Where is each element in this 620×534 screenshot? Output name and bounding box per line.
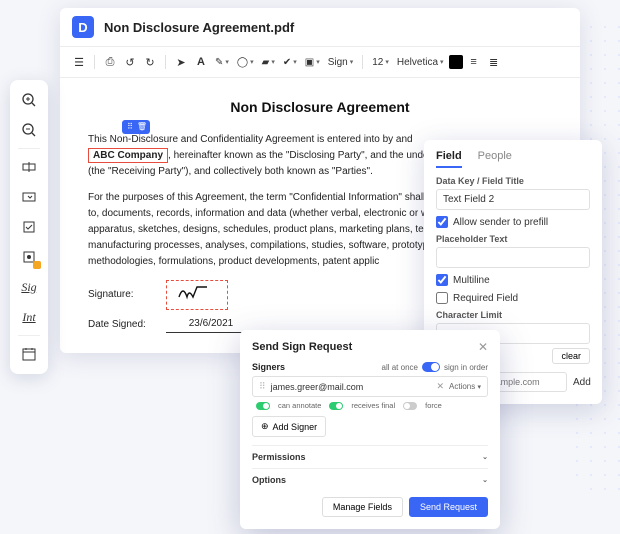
chevron-down-icon: ⌄ (482, 476, 488, 484)
font-family-select[interactable]: Helvetica ▾ (394, 57, 447, 68)
data-key-input[interactable] (436, 189, 590, 210)
tab-field[interactable]: Field (436, 150, 462, 168)
font-size-value: 12 (372, 57, 383, 68)
doc-text: This Non-Disclosure and Confidentiality … (88, 134, 413, 145)
separator (165, 55, 166, 69)
placeholder-label: Placeholder Text (436, 234, 590, 244)
color-swatch[interactable] (449, 55, 463, 69)
field-handle[interactable]: ⠿ 🗑 (122, 120, 150, 134)
sign-label: Sign (328, 57, 348, 68)
placeholder-input[interactable] (436, 247, 590, 268)
undo-icon[interactable]: ↺ (121, 53, 139, 71)
pen-tool[interactable]: ✎▾ (212, 57, 232, 68)
redo-icon[interactable]: ↻ (141, 53, 159, 71)
clear-button[interactable]: clear (552, 348, 590, 364)
perm-label: force (425, 401, 442, 410)
separator (362, 55, 363, 69)
perm-label: receives final (351, 401, 395, 410)
required-checkbox[interactable]: Required Field (436, 292, 590, 304)
text-field-tool-icon[interactable] (15, 153, 43, 181)
receives-final-toggle[interactable] (329, 402, 343, 410)
signature-tool-icon[interactable]: Sig (15, 273, 43, 301)
pointer-icon[interactable]: ➤ (172, 53, 190, 71)
manage-fields-button[interactable]: Manage Fields (322, 497, 403, 517)
side-toolbar: Sig Int (10, 80, 48, 374)
panel-tabs: Field People (436, 150, 590, 168)
company-field[interactable]: ABC Company (88, 148, 168, 163)
radio-tool-icon[interactable] (15, 243, 43, 271)
checkbox-icon[interactable] (436, 292, 448, 304)
section-label: Options (252, 475, 286, 485)
zoom-in-icon[interactable] (15, 86, 43, 114)
main-toolbar: ☰ ⎙ ↺ ↻ ➤ A ✎▾ ◯▾ ▰▾ ✔▾ ▣▾ Sign ▾ 12 ▾ H… (60, 47, 580, 78)
data-key-label: Data Key / Field Title (436, 176, 590, 186)
font-size-select[interactable]: 12 ▾ (369, 57, 392, 68)
titlebar: D Non Disclosure Agreement.pdf (60, 8, 580, 47)
image-tool[interactable]: ▣▾ (302, 57, 323, 68)
dropdown-tool-icon[interactable] (15, 183, 43, 211)
send-request-button[interactable]: Send Request (409, 497, 488, 517)
app-logo-icon: D (72, 16, 94, 38)
align-left-icon[interactable]: ≡ (465, 53, 483, 71)
align-center-icon[interactable]: ≣ (485, 53, 503, 71)
comment-tool[interactable]: ▰▾ (259, 57, 278, 68)
date-label: Date Signed: (88, 317, 158, 333)
zoom-out-icon[interactable] (15, 116, 43, 144)
checkbox-tool-icon[interactable] (15, 213, 43, 241)
signer-permissions: can annotate receives final force (252, 401, 488, 410)
multiline-checkbox[interactable]: Multiline (436, 274, 590, 286)
separator (18, 335, 40, 336)
add-signer-button[interactable]: ⊕ Add Signer (252, 416, 326, 437)
add-signer-label: Add Signer (273, 422, 318, 432)
section-label: Permissions (252, 452, 306, 462)
stamp-tool[interactable]: ✔▾ (280, 57, 300, 68)
permissions-section[interactable]: Permissions ⌄ (252, 445, 488, 468)
close-icon[interactable]: ✕ (478, 340, 488, 354)
separator (94, 55, 95, 69)
checkbox-label: Required Field (453, 293, 518, 304)
dialog-title: Send Sign Request (252, 341, 352, 353)
checkbox-label: Allow sender to prefill (453, 217, 548, 228)
print-icon[interactable]: ⎙ (101, 53, 119, 71)
shape-tool[interactable]: ◯▾ (234, 57, 257, 68)
signer-email: james.greer@mail.com (271, 382, 432, 392)
signature-icon (177, 283, 217, 301)
can-annotate-toggle[interactable] (256, 402, 270, 410)
signer-actions-menu[interactable]: Actions ▾ (449, 382, 481, 391)
file-title: Non Disclosure Agreement.pdf (104, 20, 294, 35)
font-family-value: Helvetica (397, 57, 438, 68)
text-tool-icon[interactable]: A (192, 53, 210, 71)
sign-in-order-label: sign in order (444, 363, 488, 372)
add-button[interactable]: Add (573, 377, 591, 388)
sign-order-toggle[interactable] (422, 362, 440, 372)
doc-heading: Non Disclosure Agreement (88, 96, 552, 118)
checkbox-label: Multiline (453, 275, 490, 286)
drag-icon[interactable]: ⠿ (125, 122, 135, 132)
menu-icon[interactable]: ☰ (70, 53, 88, 71)
signers-label: Signers (252, 362, 285, 372)
chevron-down-icon: ⌄ (482, 453, 488, 461)
delete-icon[interactable]: 🗑 (137, 122, 147, 132)
signer-row: ⠿ james.greer@mail.com ✕ Actions ▾ (252, 376, 488, 397)
send-sign-dialog: Send Sign Request ✕ Signers all at once … (240, 330, 500, 529)
date-tool-icon[interactable] (15, 340, 43, 368)
perm-label: can annotate (278, 401, 321, 410)
sign-menu[interactable]: Sign ▾ (325, 57, 357, 68)
force-toggle[interactable] (403, 402, 417, 410)
signature-field[interactable] (166, 280, 228, 310)
drag-icon[interactable]: ⠿ (259, 381, 266, 392)
options-section[interactable]: Options ⌄ (252, 468, 488, 491)
checkbox-icon[interactable] (436, 216, 448, 228)
separator (18, 148, 40, 149)
char-limit-label: Character Limit (436, 310, 590, 320)
checkbox-icon[interactable] (436, 274, 448, 286)
tab-people[interactable]: People (478, 150, 512, 168)
remove-signer-icon[interactable]: ✕ (436, 381, 444, 392)
signature-label: Signature: (88, 287, 158, 303)
allow-prefill-checkbox[interactable]: Allow sender to prefill (436, 216, 590, 228)
all-at-once-label: all at once (382, 363, 418, 372)
initials-tool-icon[interactable]: Int (15, 303, 43, 331)
